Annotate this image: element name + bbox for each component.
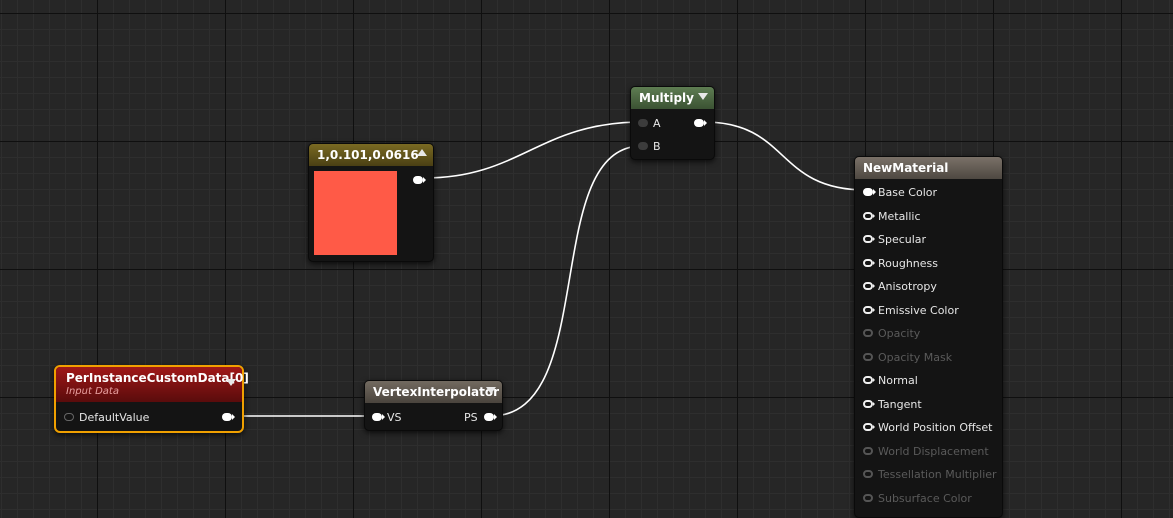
material-pin-row[interactable]: Tangent xyxy=(863,395,922,413)
input-pin-icon[interactable] xyxy=(863,494,873,502)
multiply-node[interactable]: Multiply A B xyxy=(630,86,715,160)
multiply-input-b[interactable]: B xyxy=(638,137,661,155)
input-pin-icon[interactable] xyxy=(863,400,875,408)
wire-constant-to-multiply-a xyxy=(424,121,643,179)
custom-data-output-pin-row[interactable] xyxy=(222,408,237,426)
input-pin-icon[interactable] xyxy=(863,282,875,290)
input-pin-icon[interactable] xyxy=(863,306,875,314)
material-result-node[interactable]: NewMaterial Base Color Metallic Specular Ro… xyxy=(854,156,1003,518)
material-pin-label: Metallic xyxy=(878,209,921,223)
input-pin-icon[interactable] xyxy=(863,212,875,220)
custom-data-node-header[interactable]: PerInstanceCustomData[0] Input Data xyxy=(56,367,249,402)
input-pin-icon[interactable] xyxy=(863,259,875,267)
material-pin-label: Subsurface Color xyxy=(878,491,972,505)
constant-node-title: 1,0.101,0.0616 xyxy=(317,148,419,162)
output-pin-icon[interactable] xyxy=(413,176,426,184)
interpolator-node-header[interactable]: VertexInterpolator xyxy=(365,381,502,403)
material-pin-row[interactable]: Metallic xyxy=(863,207,921,225)
default-value-label: DefaultValue xyxy=(79,410,150,424)
input-pin-icon[interactable] xyxy=(863,423,875,431)
vertex-interpolator-node[interactable]: VertexInterpolator VS PS xyxy=(364,380,503,431)
material-pin-label: World Displacement xyxy=(878,444,989,458)
multiply-input-a[interactable]: A xyxy=(638,114,661,132)
per-instance-custom-data-node[interactable]: PerInstanceCustomData[0] Input Data Defa… xyxy=(54,365,249,433)
material-pin-row[interactable]: Subsurface Color xyxy=(863,489,972,507)
material-pin-label: Roughness xyxy=(878,256,939,270)
input-pin-icon[interactable] xyxy=(638,119,648,127)
material-pin-row[interactable]: Roughness xyxy=(863,254,938,272)
material-pin-row[interactable]: Emissive Color xyxy=(863,301,959,319)
material-pin-label: Opacity Mask xyxy=(878,350,953,364)
material-pin-label: World Position Offset xyxy=(878,420,993,434)
input-pin-icon[interactable] xyxy=(863,188,876,196)
interpolator-output-ps[interactable]: PS xyxy=(464,408,499,426)
pin-label-vs: VS xyxy=(387,410,402,424)
collapse-arrow-icon[interactable] xyxy=(226,379,236,386)
interpolator-node-title: VertexInterpolator xyxy=(373,385,500,399)
material-node-header[interactable]: NewMaterial xyxy=(855,157,1002,179)
collapse-arrow-icon[interactable] xyxy=(417,149,427,156)
input-pin-icon[interactable] xyxy=(638,142,648,150)
collapse-arrow-icon[interactable] xyxy=(698,93,708,100)
multiply-node-title: Multiply xyxy=(639,91,694,105)
custom-data-node-title: PerInstanceCustomData[0] xyxy=(66,371,249,385)
material-pin-label: Normal xyxy=(878,373,918,387)
input-pin-icon[interactable] xyxy=(372,413,385,421)
pin-label-ps: PS xyxy=(464,410,478,424)
input-pin-icon[interactable] xyxy=(863,470,873,478)
input-pin-icon[interactable] xyxy=(863,235,875,243)
color-swatch xyxy=(314,171,397,255)
wire-ps-to-multiply-b xyxy=(490,145,643,417)
material-graph-canvas[interactable]: 1,0.101,0.0616 Multiply A B PerInstanceC… xyxy=(0,0,1173,518)
material-pin-label: Anisotropy xyxy=(878,279,937,293)
input-pin-icon[interactable] xyxy=(863,376,875,384)
input-pin-icon[interactable] xyxy=(863,447,873,455)
pin-label-b: B xyxy=(653,139,661,153)
material-pin-label: Tangent xyxy=(878,397,922,411)
constant-output-pin-row[interactable] xyxy=(413,171,428,189)
material-pin-label: Opacity xyxy=(878,326,921,340)
constant-vector-node[interactable]: 1,0.101,0.0616 xyxy=(308,143,434,262)
material-pin-row[interactable]: Tessellation Multiplier xyxy=(863,465,997,483)
material-pin-row[interactable]: Opacity Mask xyxy=(863,348,952,366)
material-pin-label: Base Color xyxy=(878,185,938,199)
material-pin-row[interactable]: Base Color xyxy=(863,183,937,201)
material-pin-row[interactable]: World Position Offset xyxy=(863,418,992,436)
constant-node-header[interactable]: 1,0.101,0.0616 xyxy=(309,144,433,166)
multiply-output-pin-row[interactable] xyxy=(694,114,709,132)
output-pin-icon[interactable] xyxy=(694,119,707,127)
material-node-title: NewMaterial xyxy=(863,161,949,175)
material-pin-label: Tessellation Multiplier xyxy=(878,467,997,481)
material-pin-label: Emissive Color xyxy=(878,303,959,317)
material-pin-row[interactable]: Anisotropy xyxy=(863,277,937,295)
custom-data-default-value-pin[interactable]: DefaultValue xyxy=(64,408,149,426)
output-pin-icon[interactable] xyxy=(222,413,235,421)
material-pin-row[interactable]: World Displacement xyxy=(863,442,989,460)
collapse-arrow-icon[interactable] xyxy=(486,387,496,394)
output-pin-icon[interactable] xyxy=(483,413,497,421)
input-pin-icon[interactable] xyxy=(863,353,873,361)
multiply-node-header[interactable]: Multiply xyxy=(631,87,714,109)
input-pin-icon[interactable] xyxy=(64,413,74,421)
wire-multiply-to-base-color xyxy=(703,121,867,191)
material-pin-row[interactable]: Normal xyxy=(863,371,918,389)
custom-data-node-subtitle: Input Data xyxy=(66,386,119,397)
interpolator-input-vs[interactable]: VS xyxy=(372,408,402,426)
material-pin-row[interactable]: Specular xyxy=(863,230,926,248)
pin-label-a: A xyxy=(653,116,661,130)
material-pin-row[interactable]: Opacity xyxy=(863,324,920,342)
input-pin-icon[interactable] xyxy=(863,329,873,337)
material-pin-label: Specular xyxy=(878,232,927,246)
